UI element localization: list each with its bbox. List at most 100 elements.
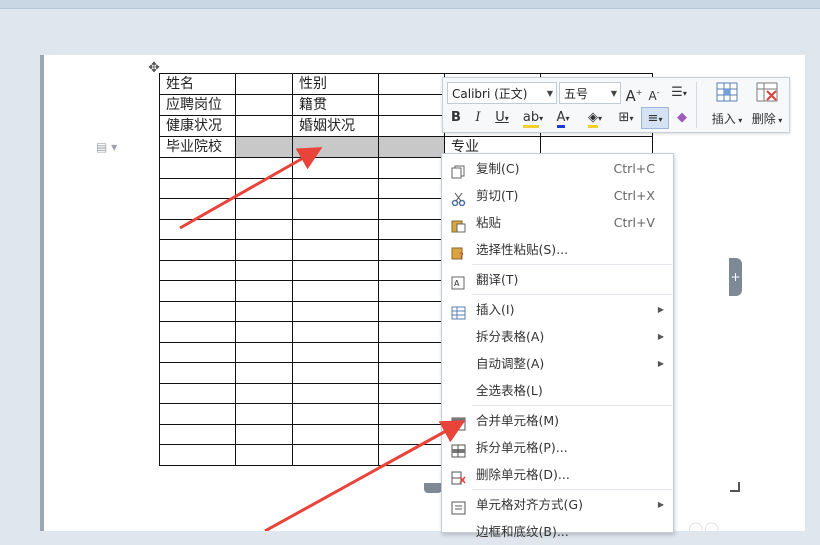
table-cell[interactable]	[378, 300, 445, 322]
table-cell[interactable]	[159, 382, 236, 404]
table-cell[interactable]	[378, 73, 445, 95]
menu-item[interactable]: 合并单元格(M)	[442, 408, 673, 434]
table-cell[interactable]	[159, 341, 236, 363]
table-cell[interactable]	[292, 423, 379, 445]
table-cell[interactable]	[235, 136, 293, 158]
table-cell[interactable]	[292, 198, 379, 220]
table-cell[interactable]	[378, 382, 445, 404]
table-cell[interactable]	[378, 403, 445, 425]
table-cell[interactable]	[235, 157, 293, 179]
table-cell[interactable]: 籍贯	[292, 94, 379, 116]
table-cell[interactable]	[235, 444, 293, 466]
table-cell[interactable]: 健康状况	[159, 115, 236, 137]
table-cell[interactable]	[378, 218, 445, 240]
table-cell[interactable]	[235, 423, 293, 445]
border-icon[interactable]: ⊞▾	[613, 107, 639, 129]
table-cell[interactable]	[378, 423, 445, 445]
insert-button[interactable]: 插入 ▾	[705, 80, 749, 130]
table-cell[interactable]	[378, 136, 445, 158]
table-cell[interactable]: 婚姻状况	[292, 115, 379, 137]
menu-item[interactable]: 自动调整(A) ▶	[442, 351, 673, 377]
table-cell[interactable]	[292, 321, 379, 343]
menu-item[interactable]: 拆分表格(A) ▶	[442, 324, 673, 350]
table-cell[interactable]	[235, 362, 293, 384]
table-cell[interactable]	[235, 321, 293, 343]
table-cell[interactable]	[235, 259, 293, 281]
table-cell[interactable]	[159, 198, 236, 220]
table-cell[interactable]	[235, 198, 293, 220]
bold-icon[interactable]: B	[447, 107, 465, 129]
table-cell[interactable]	[159, 300, 236, 322]
table-cell[interactable]	[235, 341, 293, 363]
table-cell[interactable]	[292, 259, 379, 281]
table-cell[interactable]	[378, 341, 445, 363]
table-cell[interactable]	[378, 239, 445, 261]
table-cell[interactable]	[292, 341, 379, 363]
table-cell[interactable]	[235, 177, 293, 199]
table-cell[interactable]	[159, 259, 236, 281]
underline-icon[interactable]: U▾	[490, 107, 514, 129]
table-cell[interactable]	[235, 115, 293, 137]
table-cell[interactable]	[378, 94, 445, 116]
table-cell[interactable]	[292, 218, 379, 240]
align-icon[interactable]: ≡▾	[641, 107, 669, 129]
menu-item[interactable]: A 翻译(T)	[442, 267, 673, 293]
menu-item[interactable]: 复制(C) Ctrl+C	[442, 156, 673, 182]
table-cell[interactable]	[159, 423, 236, 445]
grow-font-icon[interactable]: A+	[625, 82, 643, 105]
table-cell[interactable]	[235, 403, 293, 425]
menu-item[interactable]: 拆分单元格(P)...	[442, 435, 673, 461]
table-cell[interactable]	[292, 239, 379, 261]
table-cell[interactable]	[235, 94, 293, 116]
highlight-color-icon[interactable]: ab▾	[519, 107, 547, 129]
table-cell[interactable]	[235, 73, 293, 95]
table-cell[interactable]	[159, 239, 236, 261]
table-cell[interactable]: 性别	[292, 73, 379, 95]
table-cell[interactable]	[378, 115, 445, 137]
table-cell[interactable]	[159, 218, 236, 240]
font-size-dropdown[interactable]: 五号 ▼	[559, 82, 621, 104]
table-resize-handle[interactable]	[730, 482, 740, 492]
font-name-dropdown[interactable]: Calibri (正文) ▼	[447, 82, 557, 104]
table-cell[interactable]	[378, 198, 445, 220]
paragraph-layout-icon[interactable]: ▤ ▾	[96, 140, 117, 154]
table-cell[interactable]	[159, 157, 236, 179]
table-cell[interactable]	[235, 280, 293, 302]
table-cell[interactable]	[378, 259, 445, 281]
eraser-icon[interactable]: ◆	[672, 107, 692, 129]
table-cell[interactable]	[292, 177, 379, 199]
table-cell[interactable]	[292, 300, 379, 322]
menu-item[interactable]: 单元格对齐方式(G) ▶	[442, 492, 673, 518]
italic-icon[interactable]: I	[469, 107, 487, 129]
shading-color-icon[interactable]: ◈▾	[580, 107, 610, 129]
table-cell[interactable]: 毕业院校	[159, 136, 236, 158]
add-column-button[interactable]: +	[729, 258, 742, 296]
delete-button[interactable]: 删除 ▾	[745, 80, 789, 130]
table-cell[interactable]	[235, 300, 293, 322]
table-cell[interactable]	[159, 177, 236, 199]
table-cell[interactable]	[292, 403, 379, 425]
table-cell[interactable]	[235, 382, 293, 404]
table-cell[interactable]	[378, 321, 445, 343]
menu-item[interactable]: 全选表格(L)	[442, 378, 673, 404]
table-cell[interactable]	[292, 362, 379, 384]
table-cell[interactable]	[159, 444, 236, 466]
menu-item[interactable]: ? 选择性粘贴(S)...	[442, 237, 673, 263]
table-cell[interactable]	[159, 362, 236, 384]
shrink-font-icon[interactable]: A-	[645, 82, 663, 104]
table-cell[interactable]: 应聘岗位	[159, 94, 236, 116]
menu-item[interactable]: 删除单元格(D)...	[442, 462, 673, 488]
table-cell[interactable]	[292, 280, 379, 302]
table-cell[interactable]	[235, 239, 293, 261]
table-cell[interactable]	[378, 280, 445, 302]
table-cell[interactable]	[159, 280, 236, 302]
menu-item[interactable]: 边框和底纹(B)...	[442, 519, 673, 545]
table-cell[interactable]	[378, 157, 445, 179]
table-cell[interactable]	[159, 321, 236, 343]
table-cell[interactable]	[159, 403, 236, 425]
table-cell[interactable]: 姓名	[159, 73, 236, 95]
table-cell[interactable]	[378, 362, 445, 384]
table-cell[interactable]	[378, 444, 445, 466]
add-row-handle[interactable]	[424, 483, 442, 493]
table-cell[interactable]	[378, 177, 445, 199]
